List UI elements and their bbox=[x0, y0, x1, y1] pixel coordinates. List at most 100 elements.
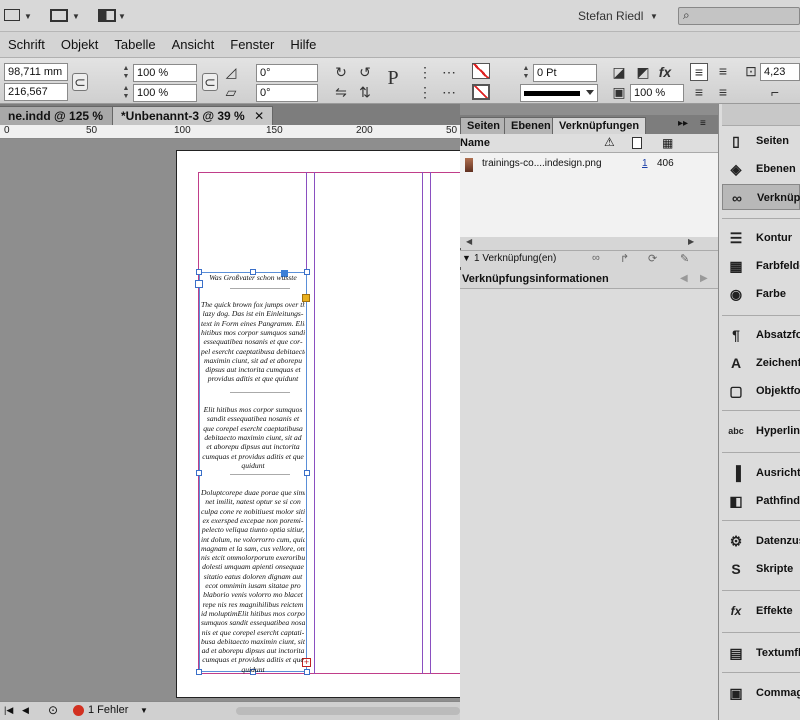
status-column-icon[interactable]: ⚠ bbox=[604, 135, 615, 149]
menu-fenster[interactable]: Fenster bbox=[222, 32, 282, 58]
fill-none-icon[interactable] bbox=[472, 63, 490, 79]
corner-options-icon[interactable]: ⌐ bbox=[766, 84, 784, 100]
size-column-icon[interactable]: ▦ bbox=[662, 136, 673, 150]
select-content-icon[interactable]: ⋯ bbox=[440, 64, 458, 80]
previous-link-icon[interactable]: ◀ bbox=[680, 273, 688, 284]
chevron-down-icon[interactable]: ▼ bbox=[72, 12, 80, 21]
dock-item-scripts[interactable]: S Skripte bbox=[722, 556, 800, 582]
rotate-clockwise-icon[interactable]: ↻ bbox=[332, 64, 350, 80]
close-icon[interactable]: ✕ bbox=[254, 109, 264, 123]
error-status-icon[interactable] bbox=[73, 705, 84, 716]
chevron-down-icon[interactable]: ▼ bbox=[24, 12, 32, 21]
chevron-down-icon[interactable]: ▼ bbox=[140, 706, 148, 715]
error-count[interactable]: 1 Fehler bbox=[88, 704, 128, 716]
next-link-icon[interactable]: ▶ bbox=[700, 273, 708, 284]
dock-item-hyperlinks[interactable]: abc Hyperlink bbox=[722, 418, 800, 444]
panel-menu-icon[interactable]: ≡ bbox=[700, 118, 706, 129]
tab-ebenen[interactable]: Ebenen bbox=[504, 117, 558, 134]
effects-icon[interactable]: fx bbox=[656, 64, 674, 80]
constrain-proportions-icon[interactable]: ⊂ bbox=[72, 73, 88, 91]
stroke-none-icon[interactable] bbox=[472, 84, 490, 100]
scale-y-field[interactable]: 100 % bbox=[133, 84, 197, 102]
chevron-down-icon[interactable] bbox=[586, 90, 594, 95]
dock-item-effects[interactable]: fx Effekte bbox=[722, 598, 800, 624]
shear-angle-field[interactable]: 0° bbox=[256, 84, 318, 102]
align-left-icon[interactable]: ≡ bbox=[714, 63, 732, 79]
scale-x-field[interactable]: 100 % bbox=[133, 64, 197, 82]
search-input[interactable]: ⌕ bbox=[678, 7, 800, 25]
stroke-weight-stepper[interactable]: ▲ ▼ bbox=[522, 65, 530, 81]
scale-link-icon[interactable]: ⊂ bbox=[202, 73, 218, 91]
reference-point-icon[interactable]: P bbox=[384, 68, 402, 88]
screen-mode-icon[interactable] bbox=[50, 9, 68, 22]
dock-item-character-styles[interactable]: A Zeichenfo bbox=[722, 350, 800, 376]
tab-document-2[interactable]: *Unbenannt-3 @ 39 % ✕ bbox=[112, 106, 274, 125]
dock-item-align[interactable]: ▐ Ausricht bbox=[722, 460, 800, 486]
dock-item-pathfinder[interactable]: ◧ Pathfinde bbox=[722, 488, 800, 514]
collapse-panel-icon[interactable]: ▸▸ bbox=[678, 118, 688, 129]
offset-field[interactable]: 4,23 bbox=[760, 63, 800, 81]
link-page[interactable]: 1 bbox=[642, 158, 648, 169]
frame-handle[interactable] bbox=[304, 470, 310, 476]
previous-page-icon[interactable]: ◀ bbox=[22, 705, 29, 716]
list-item[interactable]: trainings-co....indesign.png 1 406 bbox=[460, 157, 718, 173]
user-name[interactable]: Stefan Riedl bbox=[578, 9, 643, 23]
scale-x-stepper[interactable]: ▲ ▼ bbox=[122, 65, 130, 81]
update-link-icon[interactable]: ⟳ bbox=[648, 252, 657, 265]
align-justify-icon[interactable]: ≡ bbox=[690, 63, 708, 81]
tab-seiten[interactable]: Seiten bbox=[460, 117, 508, 134]
select-previous-icon[interactable]: ⋮ bbox=[416, 84, 434, 100]
align-right-icon[interactable]: ≡ bbox=[714, 84, 732, 100]
menu-tabelle[interactable]: Tabelle bbox=[106, 32, 163, 58]
scroll-right-icon[interactable]: ▶ bbox=[688, 237, 694, 246]
dock-item-paragraph-styles[interactable]: ¶ Absatzfo bbox=[722, 322, 800, 348]
stroke-weight-field[interactable]: 0 Pt bbox=[533, 64, 597, 82]
frame-mode-icon[interactable] bbox=[4, 9, 20, 21]
select-next-icon[interactable]: ⋯ bbox=[440, 84, 458, 100]
frame-fitting-icon[interactable]: ⊡ bbox=[742, 63, 760, 79]
toggle-info-icon[interactable]: ▼ bbox=[462, 253, 471, 263]
dock-item-links[interactable]: ∞ Verknüpf bbox=[722, 184, 800, 210]
dock-item-swatches[interactable]: ▦ Farbfelde bbox=[722, 253, 800, 279]
select-container-icon[interactable]: ⋮ bbox=[416, 64, 434, 80]
scale-y-stepper[interactable]: ▲ ▼ bbox=[122, 85, 130, 101]
preflight-icon[interactable]: ⊙ bbox=[48, 703, 58, 717]
horizontal-ruler[interactable]: 0 50 100 150 200 50 bbox=[0, 125, 460, 139]
opacity-field[interactable]: 100 % bbox=[630, 84, 684, 102]
drop-shadow-icon[interactable]: ◪ bbox=[610, 64, 628, 80]
menu-objekt[interactable]: Objekt bbox=[53, 32, 107, 58]
chevron-down-icon[interactable]: ▼ bbox=[650, 12, 658, 21]
flip-vertical-icon[interactable]: ⇅ bbox=[356, 84, 374, 100]
column-name-header[interactable]: Name bbox=[460, 137, 490, 149]
dock-item-command[interactable]: ▣ Commag bbox=[722, 680, 800, 706]
arrange-documents-icon[interactable] bbox=[98, 9, 116, 22]
chevron-down-icon[interactable]: ▼ bbox=[118, 12, 126, 21]
dock-item-data-merge[interactable]: ⚙ Datenzus bbox=[722, 528, 800, 554]
dock-item-pages[interactable]: ▯ Seiten bbox=[722, 128, 800, 154]
align-center-icon[interactable]: ≡ bbox=[690, 84, 708, 100]
dock-item-stroke[interactable]: ☰ Kontur bbox=[722, 225, 800, 251]
dock-item-color[interactable]: ◉ Farbe bbox=[722, 281, 800, 307]
go-to-link-icon[interactable]: ↱ bbox=[620, 252, 629, 265]
x-position-field[interactable]: 98,711 mm bbox=[4, 63, 68, 81]
first-page-icon[interactable]: |◀ bbox=[4, 705, 13, 716]
page-column-icon[interactable] bbox=[632, 137, 642, 149]
tab-verknuepfungen[interactable]: Verknüpfungen bbox=[552, 117, 647, 134]
menu-schrift[interactable]: Schrift bbox=[0, 32, 53, 58]
rotate-counterclockwise-icon[interactable]: ↺ bbox=[356, 64, 374, 80]
dock-item-object-styles[interactable]: ▢ Objektfo bbox=[722, 378, 800, 404]
dock-item-text-wrap[interactable]: ▤ Textumfl bbox=[722, 640, 800, 666]
flip-horizontal-icon[interactable]: ⇋ bbox=[332, 84, 350, 100]
stroke-type-select[interactable] bbox=[520, 84, 598, 102]
dock-collapse-bar[interactable] bbox=[722, 104, 800, 126]
relink-icon[interactable]: ∞ bbox=[592, 252, 600, 264]
dock-item-layers[interactable]: ◈ Ebenen bbox=[722, 156, 800, 182]
horizontal-scrollbar[interactable]: ◀ ▶ bbox=[460, 237, 718, 248]
rotation-angle-field[interactable]: 0° bbox=[256, 64, 318, 82]
frame-handle[interactable] bbox=[196, 470, 202, 476]
menu-hilfe[interactable]: Hilfe bbox=[282, 32, 324, 58]
shadow-box-icon[interactable]: ◩ bbox=[634, 64, 652, 80]
menu-ansicht[interactable]: Ansicht bbox=[164, 32, 223, 58]
scroll-left-icon[interactable]: ◀ bbox=[466, 237, 472, 246]
horizontal-scrollbar[interactable] bbox=[236, 707, 460, 715]
